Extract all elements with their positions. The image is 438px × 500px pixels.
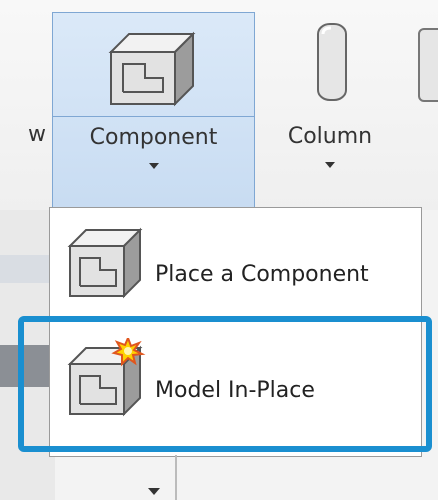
menu-item-place-a-component[interactable]: Place a Component: [50, 218, 421, 308]
column-button-label: Column: [287, 124, 373, 149]
dropdown-arrow-icon[interactable]: [149, 163, 159, 169]
highlight-outline: [18, 316, 432, 452]
component-button-label: Component: [89, 125, 218, 150]
divider: [175, 455, 177, 500]
dropdown-arrow-icon[interactable]: [325, 162, 335, 168]
left-strip-band: [0, 255, 55, 283]
component-icon: [101, 30, 197, 112]
component-button[interactable]: Component: [52, 12, 255, 208]
component-icon: [64, 226, 144, 304]
clipped-ribbon-label: w: [28, 122, 46, 147]
column-icon: [315, 20, 349, 108]
clipped-ribbon-icon[interactable]: [418, 28, 438, 102]
column-button[interactable]: Column: [275, 20, 385, 190]
component-button-top[interactable]: [53, 13, 254, 117]
menu-item-label: Place a Component: [155, 262, 369, 287]
dropdown-arrow-icon[interactable]: [148, 488, 160, 495]
